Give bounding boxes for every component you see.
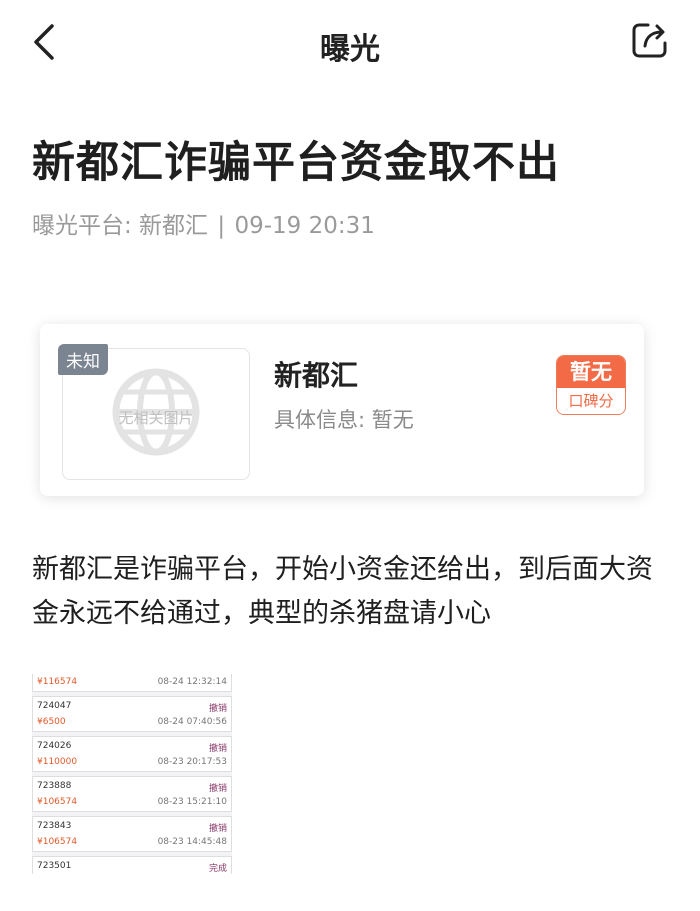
page-title: 曝光 [320,32,380,67]
share-icon[interactable] [628,18,672,62]
platform-card[interactable]: 无相关图片 未知 新都汇 具体信息: 暂无 暂无 口碑分 [40,324,644,496]
record-status: 撤销 [208,744,227,754]
record-time: 08-24 07:40:56 [157,717,227,727]
record-time: 08-23 14:45:48 [157,837,227,847]
record-id: 723888 [37,781,72,791]
no-image-text: 无相关图片 [118,409,194,427]
meta-separator: | [217,213,226,239]
status-badge: 未知 [58,344,108,375]
nav-bar: 曝光 [0,0,700,88]
article-image[interactable]: ¥116574 08-24 12:32:14 724047 撤销 ¥6500 0… [32,674,232,874]
record-amount: ¥116574 [37,677,78,687]
record-row: ¥116574 08-24 12:32:14 [32,674,232,692]
record-time: 08-23 15:21:10 [157,797,227,807]
record-status: 完成 [208,864,227,874]
record-amount: ¥110000 [37,757,78,767]
score-value: 暂无 [557,356,625,388]
record-id: 723501 [37,861,72,871]
record-amount: ¥106574 [37,797,78,807]
record-amount: ¥6500 [37,717,66,727]
reputation-score: 暂无 口碑分 [556,355,626,415]
meta-time: 09-19 20:31 [234,213,375,239]
record-id: 723843 [37,821,72,831]
record-row: 723843 撤销 ¥106574 08-23 14:45:48 [32,816,232,852]
meta-source[interactable]: 曝光平台: 新都汇 [32,213,208,239]
record-id: 724026 [37,741,72,751]
record-time: 08-24 12:32:14 [157,677,227,687]
platform-info: 具体信息: 暂无 [274,408,414,432]
record-row: 724026 撤销 ¥110000 08-23 20:17:53 [32,736,232,772]
article-body: 新都汇是诈骗平台，开始小资金还给出，到后面大资金永远不给通过，典型的杀猪盘请小心 [32,554,653,629]
platform-name: 新都汇 [274,359,359,392]
record-status: 撤销 [208,704,227,714]
article-meta: 曝光平台: 新都汇 | 09-19 20:31 [32,206,375,240]
record-row: 723501 完成 [32,856,232,874]
article-title: 新都汇诈骗平台资金取不出 [32,138,560,188]
record-status: 撤销 [208,784,227,794]
score-label: 口碑分 [557,388,625,414]
record-id: 724047 [37,701,72,711]
record-status: 撤销 [208,824,227,834]
record-row: 724047 撤销 ¥6500 08-24 07:40:56 [32,696,232,732]
record-amount: ¥106574 [37,837,78,847]
record-time: 08-23 20:17:53 [157,757,227,767]
record-row: 723888 撤销 ¥106574 08-23 15:21:10 [32,776,232,812]
